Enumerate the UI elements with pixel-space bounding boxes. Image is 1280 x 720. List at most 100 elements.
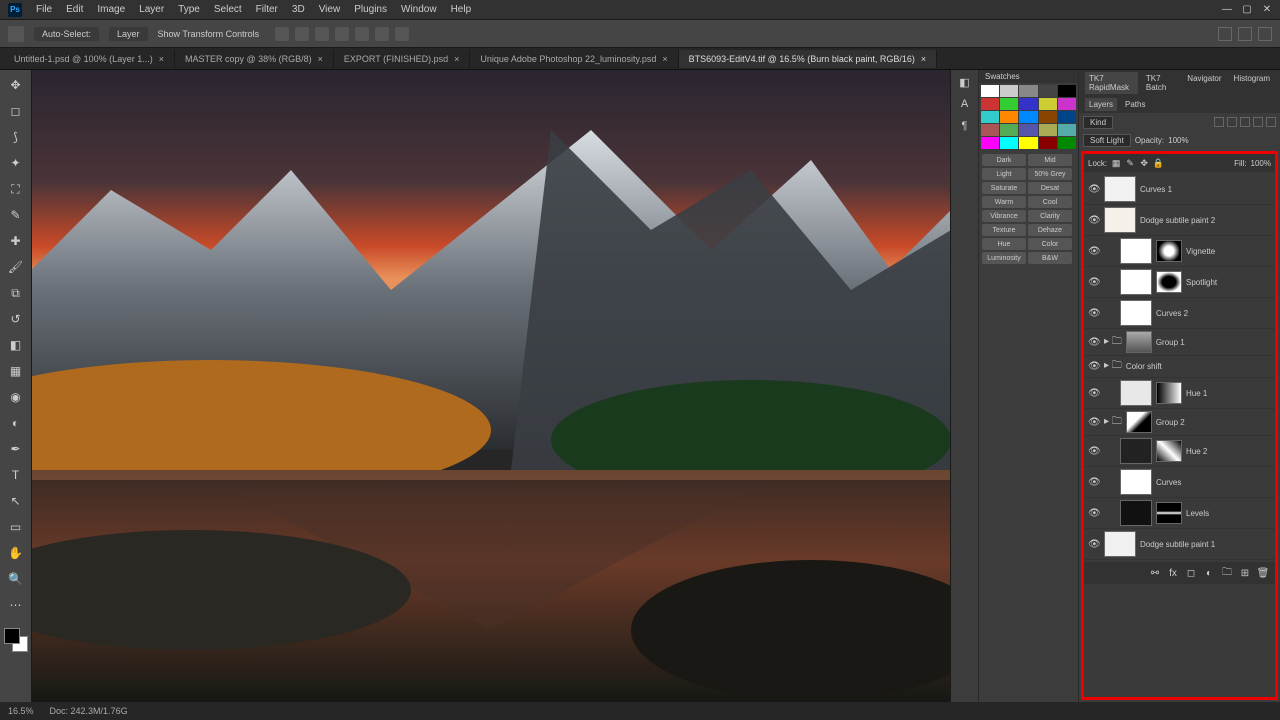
menu-layer[interactable]: Layer — [139, 4, 164, 15]
visibility-icon[interactable]: 👁 — [1088, 477, 1100, 488]
visibility-icon[interactable]: 👁 — [1088, 361, 1100, 372]
visibility-icon[interactable]: 👁 — [1088, 184, 1100, 195]
align-middle-icon[interactable] — [355, 27, 369, 41]
layer-name[interactable]: Hue 1 — [1186, 389, 1271, 398]
filter-type-icon[interactable] — [1240, 117, 1250, 127]
lasso-tool[interactable]: ⟆ — [5, 126, 27, 148]
tab-doc-3[interactable]: EXPORT (FINISHED).psd× — [334, 50, 470, 68]
fill-value[interactable]: 100% — [1251, 159, 1271, 168]
paths-tab[interactable]: Paths — [1121, 98, 1149, 111]
pen-tool[interactable]: ✒ — [5, 438, 27, 460]
color-panel-icon[interactable]: ◧ — [957, 76, 973, 92]
swatch[interactable] — [1019, 124, 1037, 136]
paragraph-panel-icon[interactable]: ¶ — [957, 120, 973, 136]
close-tab-icon[interactable]: × — [662, 54, 667, 64]
align-bottom-icon[interactable] — [375, 27, 389, 41]
align-top-icon[interactable] — [335, 27, 349, 41]
swatch[interactable] — [1058, 124, 1076, 136]
new-group-icon[interactable]: 🗀 — [1221, 567, 1233, 579]
tab-batch[interactable]: TK7 Batch — [1142, 72, 1179, 94]
align-right-icon[interactable] — [315, 27, 329, 41]
distribute-icon[interactable] — [395, 27, 409, 41]
menu-image[interactable]: Image — [97, 4, 125, 15]
visibility-icon[interactable]: 👁 — [1088, 446, 1100, 457]
new-layer-icon[interactable]: ⊞ — [1239, 567, 1251, 579]
action-button[interactable]: Dehaze — [1028, 224, 1072, 236]
layer-mask-thumbnail[interactable] — [1156, 502, 1182, 524]
layer-name[interactable]: Vignette — [1186, 247, 1271, 256]
menu-help[interactable]: Help — [451, 4, 472, 15]
history-brush-tool[interactable]: ↺ — [5, 308, 27, 330]
layer-name[interactable]: Group 1 — [1156, 338, 1271, 347]
layer-thumbnail[interactable] — [1120, 380, 1152, 406]
menu-file[interactable]: File — [36, 4, 52, 15]
transform-controls-toggle[interactable]: Show Transform Controls — [158, 29, 260, 39]
swatch[interactable] — [1039, 137, 1057, 149]
tab-navigator[interactable]: Navigator — [1183, 72, 1225, 94]
align-center-icon[interactable] — [295, 27, 309, 41]
layer-mask-thumbnail[interactable] — [1156, 440, 1182, 462]
swatch[interactable] — [1058, 98, 1076, 110]
swatch[interactable] — [1000, 124, 1018, 136]
action-button[interactable]: Warm — [982, 196, 1026, 208]
hand-tool[interactable]: ✋ — [5, 542, 27, 564]
layer-thumbnail[interactable] — [1120, 500, 1152, 526]
wand-tool[interactable]: ✦ — [5, 152, 27, 174]
heal-tool[interactable]: ✚ — [5, 230, 27, 252]
layer-thumbnail[interactable] — [1126, 331, 1152, 353]
folder-icon[interactable]: ▸ 🗀 — [1104, 358, 1122, 375]
swatch[interactable] — [1058, 111, 1076, 123]
swatch[interactable] — [981, 98, 999, 110]
opacity-value[interactable]: 100% — [1168, 136, 1188, 145]
layer-row[interactable]: 👁 Vignette — [1084, 236, 1275, 267]
action-button[interactable]: Luminosity — [982, 252, 1026, 264]
action-button[interactable]: Color — [1028, 238, 1072, 250]
swatch[interactable] — [1058, 137, 1076, 149]
action-button[interactable]: Light — [982, 168, 1026, 180]
layer-thumbnail[interactable] — [1120, 300, 1152, 326]
menu-edit[interactable]: Edit — [66, 4, 83, 15]
visibility-icon[interactable]: 👁 — [1088, 539, 1100, 550]
maximize-icon[interactable]: ▢ — [1242, 5, 1252, 15]
layer-name[interactable]: Curves — [1156, 478, 1271, 487]
visibility-icon[interactable]: 👁 — [1088, 277, 1100, 288]
swatch[interactable] — [1039, 124, 1057, 136]
filter-pixel-icon[interactable] — [1214, 117, 1224, 127]
foreground-color[interactable] — [4, 628, 20, 644]
action-button[interactable]: Saturate — [982, 182, 1026, 194]
layer-row[interactable]: 👁Levels — [1084, 498, 1275, 529]
dodge-tool[interactable]: ◐ — [5, 412, 27, 434]
align-left-icon[interactable] — [275, 27, 289, 41]
menu-view[interactable]: View — [319, 4, 341, 15]
path-tool[interactable]: ↖ — [5, 490, 27, 512]
home-icon[interactable] — [8, 26, 24, 42]
minimize-icon[interactable]: — — [1222, 5, 1232, 15]
layer-thumbnail[interactable] — [1104, 176, 1136, 202]
canvas-area[interactable] — [32, 70, 950, 702]
swatch[interactable] — [981, 85, 999, 97]
color-swatches[interactable] — [4, 628, 28, 652]
visibility-icon[interactable]: 👁 — [1088, 308, 1100, 319]
layer-name[interactable]: Spotlight — [1186, 278, 1271, 287]
tab-doc-4[interactable]: Unique Adobe Photoshop 22_luminosity.psd… — [470, 50, 678, 68]
zoom-tool[interactable]: 🔍 — [5, 568, 27, 590]
layer-row[interactable]: 👁▸ 🗀Group 1 — [1084, 329, 1275, 356]
layer-thumbnail[interactable] — [1104, 207, 1136, 233]
layer-row[interactable]: 👁 Curves — [1084, 467, 1275, 498]
visibility-icon[interactable]: 👁 — [1088, 246, 1100, 257]
visibility-icon[interactable]: 👁 — [1088, 215, 1100, 226]
layer-row[interactable]: 👁 Spotlight — [1084, 267, 1275, 298]
type-tool[interactable]: T — [5, 464, 27, 486]
layer-name[interactable]: Color shift — [1126, 362, 1271, 371]
auto-select-toggle[interactable]: Auto-Select: — [34, 27, 99, 41]
adjustment-layer-icon[interactable]: ◐ — [1203, 567, 1215, 579]
swatch[interactable] — [1039, 98, 1057, 110]
layer-fx-icon[interactable]: fx — [1167, 567, 1179, 579]
visibility-icon[interactable]: 👁 — [1088, 388, 1100, 399]
layer-name[interactable]: Dodge subtile paint 2 — [1140, 216, 1271, 225]
brush-tool[interactable]: 🖌 — [5, 256, 27, 278]
layer-row[interactable]: 👁▸ 🗀Group 2 — [1084, 409, 1275, 436]
action-button[interactable]: 50% Grey — [1028, 168, 1072, 180]
eyedropper-tool[interactable]: ✎ — [5, 204, 27, 226]
layer-name[interactable]: Dodge subtile paint 1 — [1140, 540, 1271, 549]
